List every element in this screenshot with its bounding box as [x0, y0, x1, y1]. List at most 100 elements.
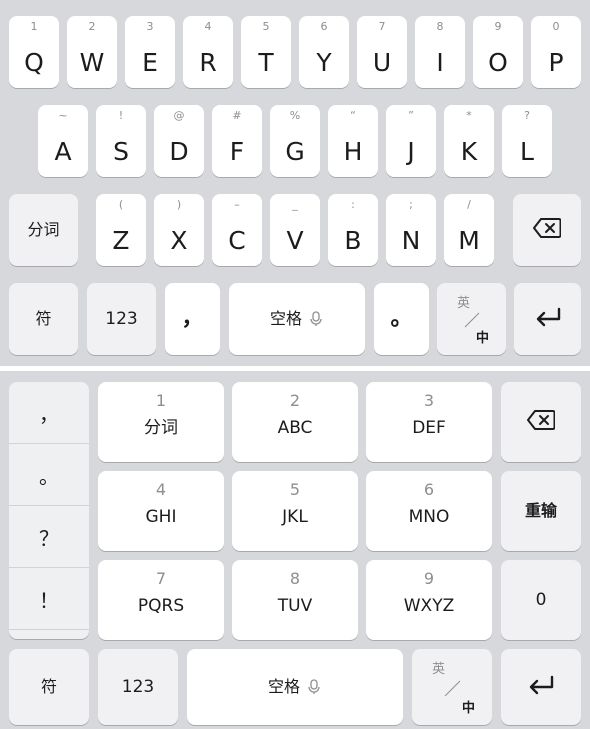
- space-label: 空格: [267, 677, 300, 696]
- key-f[interactable]: # F: [212, 105, 262, 177]
- enter-icon: [527, 675, 555, 699]
- backspace-key[interactable]: [501, 382, 581, 462]
- key-letter: S: [113, 137, 129, 166]
- key-u[interactable]: 7 U: [357, 16, 407, 88]
- key-2-abc[interactable]: 2 ABC: [232, 382, 358, 462]
- key-letters: WXYZ: [403, 596, 455, 616]
- punct-question[interactable]: ？: [9, 506, 89, 568]
- key-v[interactable]: _ V: [270, 194, 320, 266]
- key-m[interactable]: / M: [444, 194, 494, 266]
- key-1-segment[interactable]: 1 分词: [98, 382, 224, 462]
- key-letter: U: [372, 48, 392, 77]
- key-h[interactable]: “ H: [328, 105, 378, 177]
- space-key[interactable]: 空格: [187, 649, 403, 725]
- key-letters: MNO: [408, 507, 450, 527]
- language-switch-key[interactable]: 英 中: [412, 649, 492, 725]
- segment-words-key[interactable]: 分词: [9, 194, 78, 266]
- enter-key[interactable]: [514, 283, 581, 355]
- key-hint: %: [289, 109, 301, 122]
- key-3-def[interactable]: 3 DEF: [366, 382, 492, 462]
- key-letter: G: [285, 137, 305, 166]
- key-k[interactable]: * K: [444, 105, 494, 177]
- key-6-mno[interactable]: 6 MNO: [366, 471, 492, 551]
- symbol-key[interactable]: 符: [9, 649, 89, 725]
- key-c[interactable]: – C: [212, 194, 262, 266]
- key-hint: ;: [409, 198, 413, 211]
- key-4-ghi[interactable]: 4 GHI: [98, 471, 224, 551]
- key-letter: B: [344, 226, 362, 255]
- key-letter: D: [169, 137, 189, 166]
- key-hint: ”: [408, 109, 414, 122]
- key-label: 分词: [27, 220, 60, 239]
- key-letter: J: [407, 137, 415, 166]
- key-i[interactable]: 8 I: [415, 16, 465, 88]
- enter-key[interactable]: [501, 649, 581, 725]
- key-number: 6: [423, 480, 435, 499]
- backspace-key[interactable]: [513, 194, 581, 266]
- key-number: 8: [289, 569, 301, 588]
- key-l[interactable]: ? L: [502, 105, 552, 177]
- key-hint: 0: [552, 20, 560, 33]
- key-j[interactable]: ” J: [386, 105, 436, 177]
- numbers-key[interactable]: 123: [87, 283, 156, 355]
- key-letter: W: [79, 48, 105, 77]
- key-n[interactable]: ; N: [386, 194, 436, 266]
- key-letter: Y: [316, 48, 332, 77]
- punct-period[interactable]: 。: [9, 444, 89, 506]
- key-number: 2: [289, 391, 301, 410]
- key-letter: N: [401, 226, 421, 255]
- key-hint: 7: [378, 20, 386, 33]
- lang-english: 英: [432, 662, 446, 677]
- punct-exclaim[interactable]: ！: [9, 568, 89, 630]
- period-key[interactable]: 。: [374, 283, 429, 355]
- punct-comma[interactable]: ，: [9, 382, 89, 444]
- numbers-key[interactable]: 123: [98, 649, 178, 725]
- key-label: 123: [121, 677, 155, 697]
- key-p[interactable]: 0 P: [531, 16, 581, 88]
- key-letter: Q: [24, 48, 44, 77]
- key-o[interactable]: 9 O: [473, 16, 523, 88]
- key-r[interactable]: 4 R: [183, 16, 233, 88]
- key-z[interactable]: ( Z: [96, 194, 146, 266]
- key-a[interactable]: ~ A: [38, 105, 88, 177]
- punctuation-column[interactable]: ， 。 ？ ！: [9, 382, 89, 639]
- key-hint: 4: [204, 20, 212, 33]
- key-8-tuv[interactable]: 8 TUV: [232, 560, 358, 640]
- key-e[interactable]: 3 E: [125, 16, 175, 88]
- language-switch-key[interactable]: 英 中: [437, 283, 506, 355]
- comma-key[interactable]: ，: [165, 283, 220, 355]
- key-letter: H: [343, 137, 363, 166]
- reenter-key[interactable]: 重输: [501, 471, 581, 551]
- space-key[interactable]: 空格: [229, 283, 365, 355]
- key-letter: O: [488, 48, 508, 77]
- key-x[interactable]: ) X: [154, 194, 204, 266]
- key-5-jkl[interactable]: 5 JKL: [232, 471, 358, 551]
- space-key-content: 空格: [187, 677, 403, 697]
- key-9-wxyz[interactable]: 9 WXYZ: [366, 560, 492, 640]
- key-letters: ABC: [277, 418, 313, 438]
- key-7-pqrs[interactable]: 7 PQRS: [98, 560, 224, 640]
- key-t[interactable]: 5 T: [241, 16, 291, 88]
- key-hint: #: [232, 109, 242, 122]
- key-hint: /: [467, 198, 471, 211]
- key-q[interactable]: 1 Q: [9, 16, 59, 88]
- symbol-key[interactable]: 符: [9, 283, 78, 355]
- key-hint: “: [350, 109, 356, 122]
- key-letter: M: [458, 226, 480, 255]
- key-s[interactable]: ! S: [96, 105, 146, 177]
- key-y[interactable]: 6 Y: [299, 16, 349, 88]
- key-letter: Z: [112, 226, 130, 255]
- key-g[interactable]: % G: [270, 105, 320, 177]
- key-b[interactable]: : B: [328, 194, 378, 266]
- punct-label: 。: [39, 464, 59, 488]
- key-hint: 1: [30, 20, 38, 33]
- key-letter: T: [258, 48, 274, 77]
- key-letter: X: [170, 226, 188, 255]
- zero-key[interactable]: 0: [501, 560, 581, 640]
- key-hint: ~: [58, 109, 68, 122]
- key-label: 0: [535, 590, 547, 610]
- key-letter: I: [436, 48, 444, 77]
- key-d[interactable]: @ D: [154, 105, 204, 177]
- key-w[interactable]: 2 W: [67, 16, 117, 88]
- slash-divider: [464, 312, 480, 328]
